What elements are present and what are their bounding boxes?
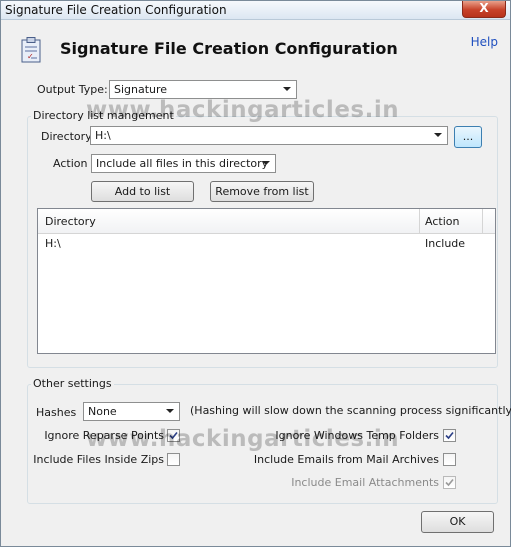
close-icon: X bbox=[479, 1, 489, 15]
output-type-value: Signature bbox=[114, 83, 168, 96]
clipboard-document-icon: ✓ bbox=[21, 37, 43, 63]
action-value: Include all files in this directory bbox=[96, 157, 269, 170]
row-action: Include bbox=[425, 237, 466, 250]
ok-button[interactable]: OK bbox=[421, 511, 494, 533]
svg-text:✓: ✓ bbox=[27, 52, 34, 61]
dialog-window: Signature File Creation Configuration X … bbox=[0, 0, 511, 547]
column-header-action[interactable]: Action bbox=[425, 215, 459, 228]
action-select[interactable]: Include all files in this directory bbox=[91, 154, 276, 173]
hashes-label: Hashes bbox=[36, 406, 77, 419]
hashes-select[interactable]: None bbox=[83, 402, 180, 421]
ignore-temp-checkbox[interactable] bbox=[443, 429, 456, 442]
row-directory: H:\ bbox=[45, 237, 61, 250]
column-divider[interactable] bbox=[419, 209, 420, 233]
column-header-directory[interactable]: Directory bbox=[45, 215, 96, 228]
directory-combo[interactable]: H:\ bbox=[90, 126, 448, 145]
browse-button[interactable]: ... bbox=[454, 126, 482, 148]
include-attachments-checkbox[interactable] bbox=[443, 476, 456, 489]
title-bar: Signature File Creation Configuration X bbox=[1, 1, 510, 20]
output-type-label: Output Type: bbox=[37, 83, 108, 96]
other-settings-legend: Other settings bbox=[31, 377, 114, 390]
remove-from-list-button[interactable]: Remove from list bbox=[210, 181, 314, 202]
checkmark-icon bbox=[445, 431, 454, 440]
add-to-list-label: Add to list bbox=[114, 185, 171, 198]
include-zips-checkbox[interactable] bbox=[167, 453, 180, 466]
chevron-down-icon bbox=[283, 87, 291, 91]
column-divider[interactable] bbox=[482, 209, 483, 233]
action-label: Action bbox=[53, 157, 88, 170]
ok-label: OK bbox=[449, 515, 466, 528]
help-link[interactable]: Help bbox=[471, 35, 498, 49]
include-attachments-label: Include Email Attachments bbox=[291, 476, 439, 489]
browse-label: ... bbox=[462, 130, 474, 143]
close-button[interactable]: X bbox=[462, 1, 506, 18]
directory-list[interactable]: Directory Action H:\ Include bbox=[37, 208, 496, 354]
directory-label: Directory bbox=[41, 130, 92, 143]
chevron-down-icon bbox=[262, 161, 270, 165]
list-header: Directory Action bbox=[38, 209, 495, 234]
include-mail-checkbox[interactable] bbox=[443, 453, 456, 466]
directory-value: H:\ bbox=[95, 129, 111, 142]
checkmark-icon bbox=[445, 478, 454, 487]
chevron-down-icon bbox=[434, 133, 442, 137]
page-title: Signature File Creation Configuration bbox=[60, 39, 398, 58]
table-row[interactable]: H:\ Include bbox=[38, 235, 495, 251]
remove-from-list-label: Remove from list bbox=[215, 185, 309, 198]
include-mail-label: Include Emails from Mail Archives bbox=[253, 453, 439, 466]
hashes-note: (Hashing will slow down the scanning pro… bbox=[190, 404, 511, 417]
watermark-text: www.hackingarticles.in bbox=[86, 426, 400, 452]
window-title: Signature File Creation Configuration bbox=[5, 3, 227, 17]
watermark-text: www.hackingarticles.in bbox=[86, 97, 400, 123]
add-to-list-button[interactable]: Add to list bbox=[91, 181, 194, 202]
chevron-down-icon bbox=[166, 409, 174, 413]
include-zips-label: Include Files Inside Zips bbox=[33, 453, 164, 466]
hashes-value: None bbox=[88, 405, 117, 418]
